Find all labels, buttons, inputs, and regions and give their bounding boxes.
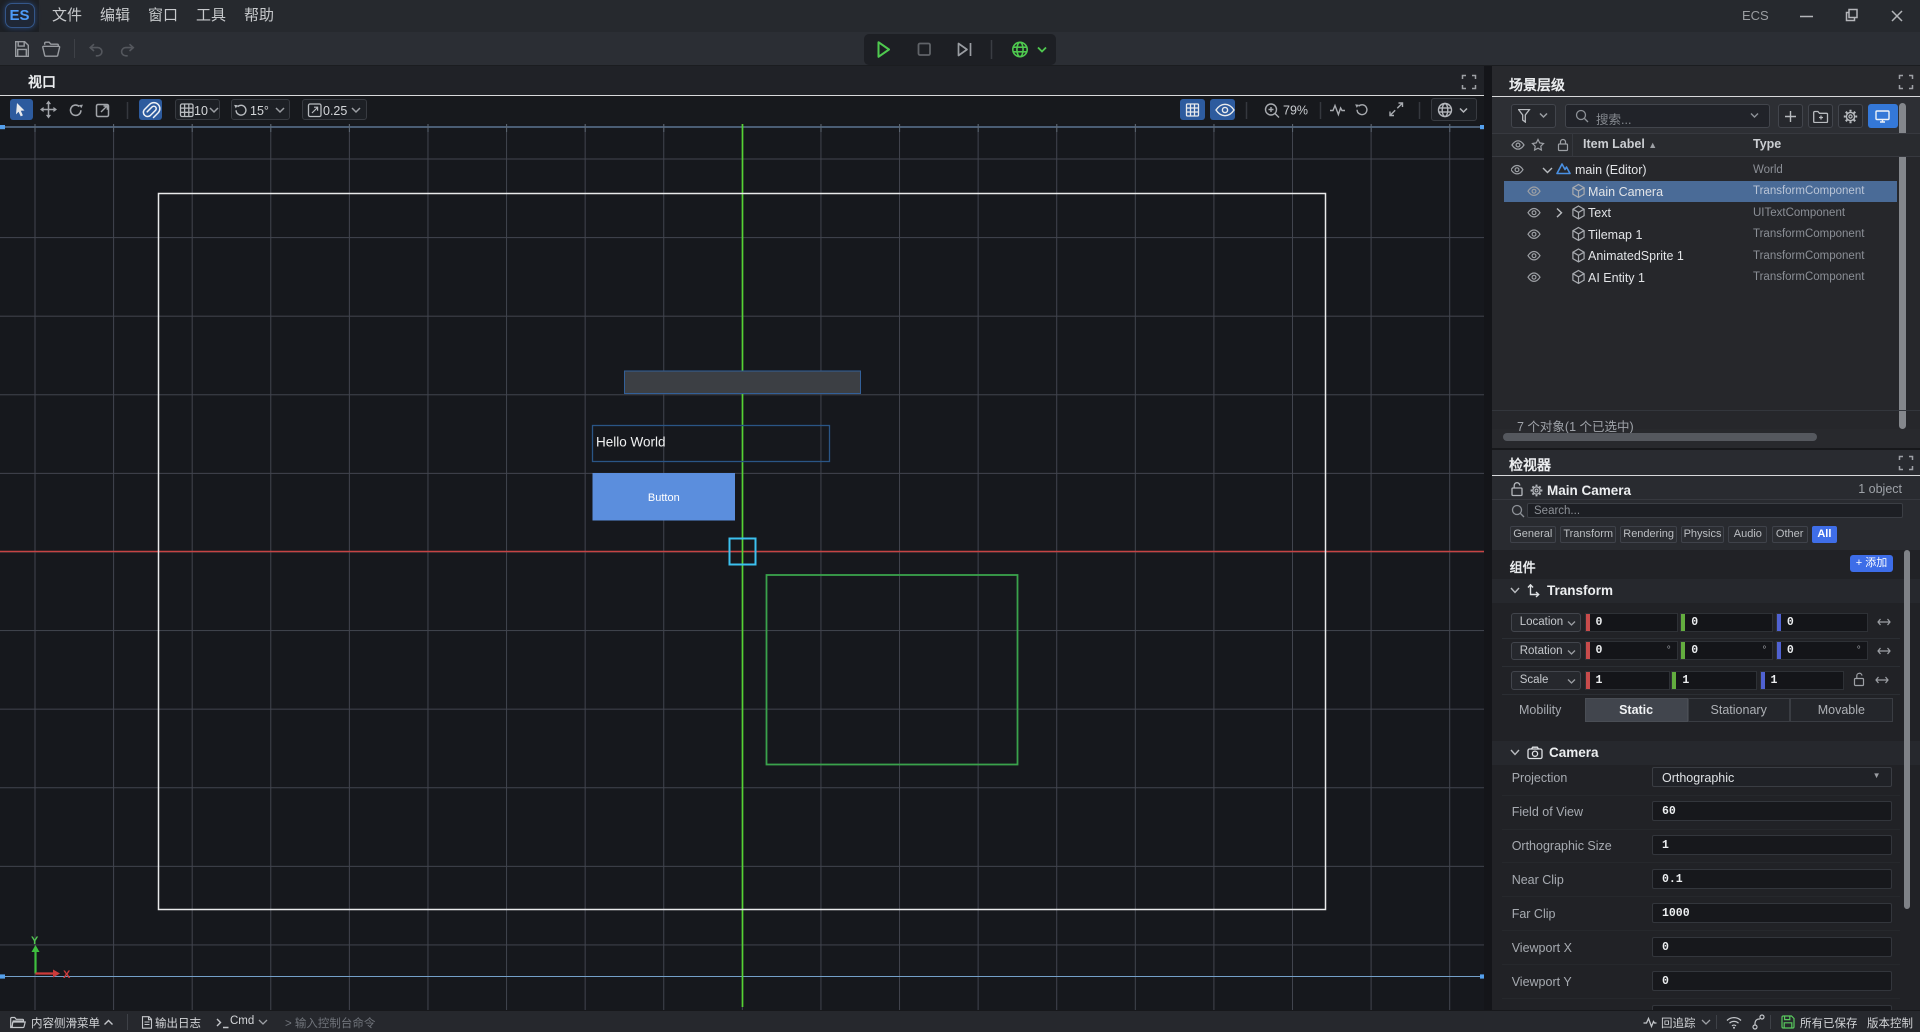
svg-text:Y: Y [31, 935, 39, 947]
svg-text:10: 10 [194, 104, 208, 118]
svg-text:X: X [63, 969, 71, 981]
svg-text:15°: 15° [250, 104, 269, 118]
svg-text:Button: Button [648, 492, 680, 504]
svg-text:Hello World: Hello World [596, 435, 666, 450]
svg-text:0.25: 0.25 [323, 104, 347, 118]
svg-text:79%: 79% [1283, 104, 1308, 118]
